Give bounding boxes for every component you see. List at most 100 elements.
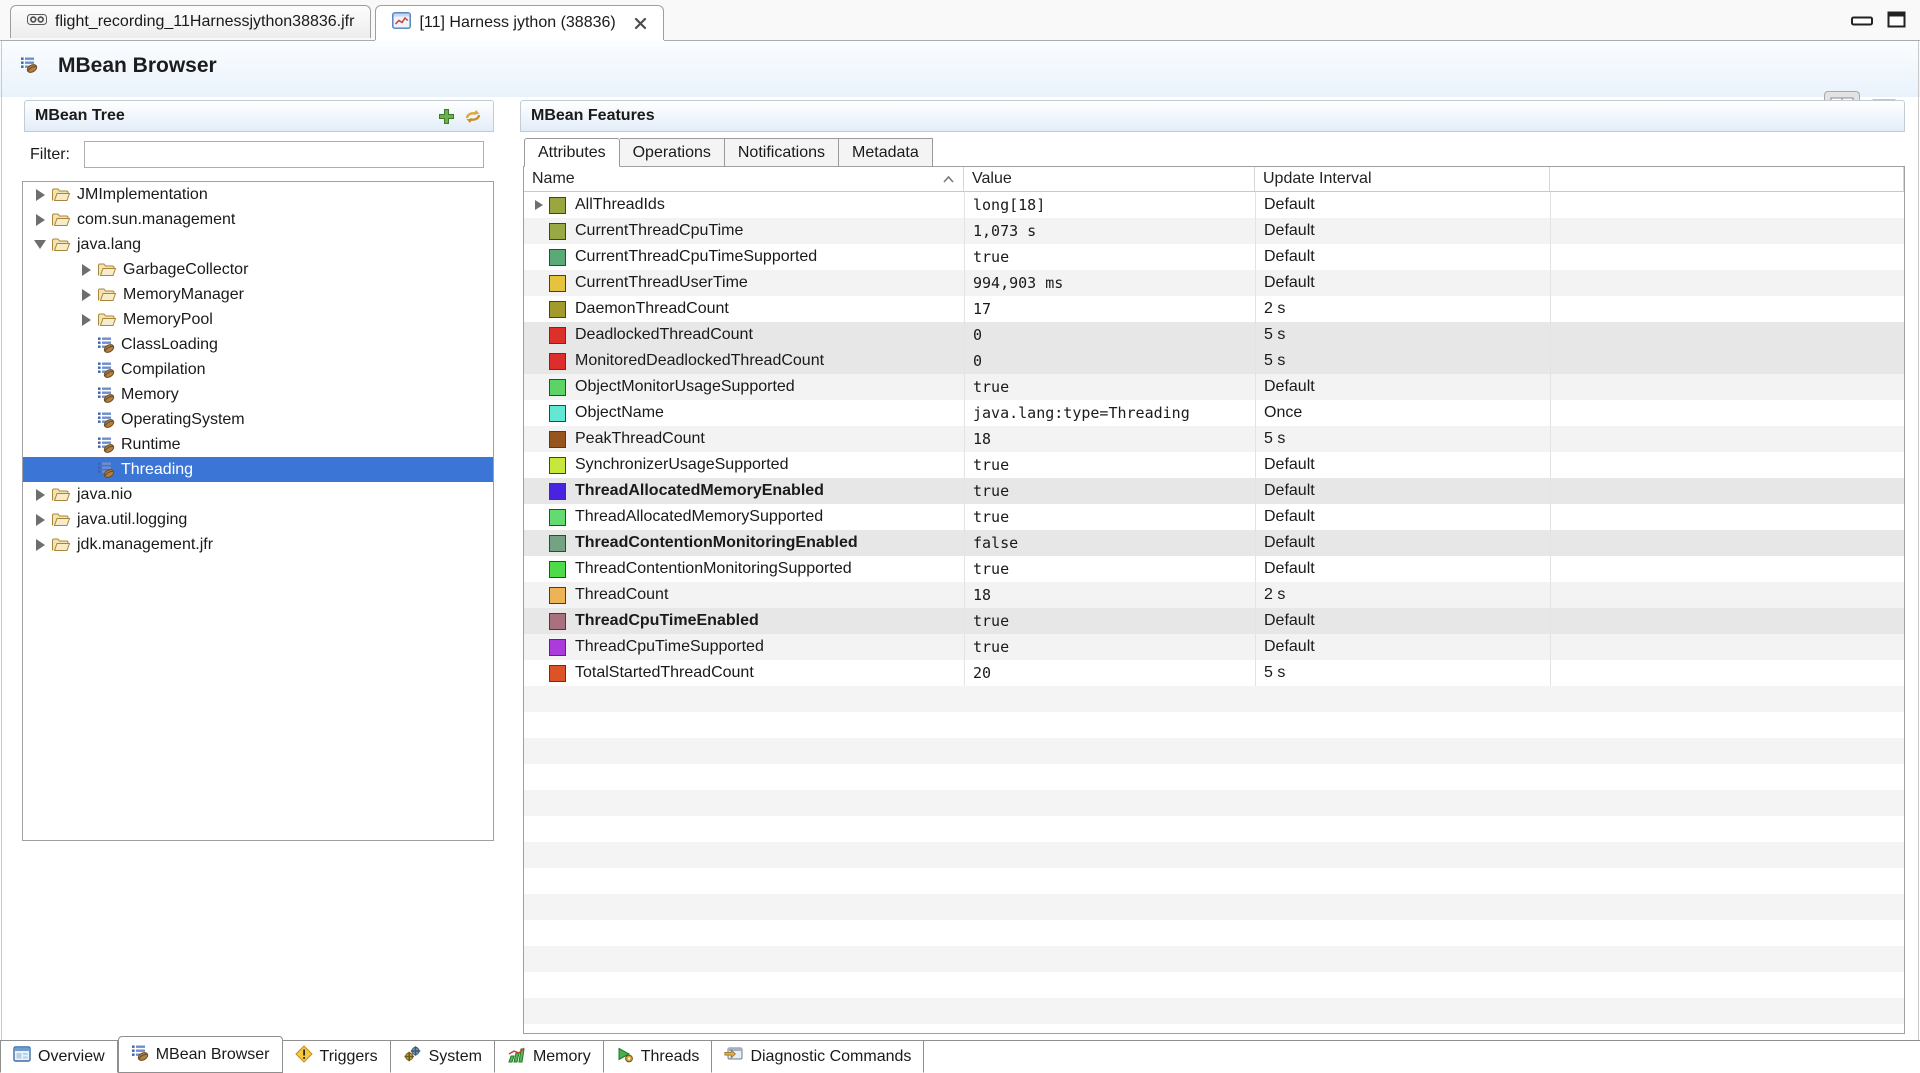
attribute-color-chip: [549, 613, 566, 630]
attribute-row-threadcputimesupported[interactable]: ThreadCpuTimeSupportedtrueDefault: [524, 634, 1904, 660]
attribute-row-currentthreadcputime[interactable]: CurrentThreadCpuTime1,073 sDefault: [524, 218, 1904, 244]
bottom-tab-label: Overview: [38, 1048, 105, 1066]
system-icon: [403, 1045, 422, 1068]
folder-icon: [51, 212, 71, 227]
attribute-color-chip: [549, 275, 566, 292]
attribute-row-allthreadids[interactable]: AllThreadIdslong[18]Default: [524, 192, 1904, 218]
refresh-button[interactable]: [463, 108, 483, 125]
bottom-tab-label: System: [429, 1048, 482, 1066]
tab-metadata[interactable]: Metadata: [839, 138, 933, 167]
tree-item-label: java.util.logging: [77, 511, 187, 529]
bottom-tab-label: MBean Browser: [156, 1046, 270, 1064]
chevron-right-icon[interactable]: [33, 514, 47, 526]
bottom-tab-triggers[interactable]: Triggers: [283, 1041, 391, 1073]
chevron-right-icon[interactable]: [33, 539, 47, 551]
attribute-row-currentthreadcputimesupported[interactable]: CurrentThreadCpuTimeSupportedtrueDefault: [524, 244, 1904, 270]
chevron-right-icon[interactable]: [79, 264, 93, 276]
chevron-right-icon[interactable]: [531, 200, 547, 210]
tree-item-com-sun-management[interactable]: com.sun.management: [23, 207, 493, 232]
attribute-row-threadcputimeenabled[interactable]: ThreadCpuTimeEnabledtrueDefault: [524, 608, 1904, 634]
chevron-right-icon[interactable]: [33, 189, 47, 201]
attribute-name: ObjectMonitorUsageSupported: [575, 378, 795, 396]
attribute-extra-cell: [1550, 192, 1904, 218]
attribute-name-cell: SynchronizerUsageSupported: [524, 452, 964, 478]
attribute-extra-cell: [1550, 660, 1904, 686]
maximize-icon[interactable]: [1887, 11, 1906, 33]
attribute-row-threadallocatedmemoryenabled[interactable]: ThreadAllocatedMemoryEnabledtrueDefault: [524, 478, 1904, 504]
chevron-right-icon[interactable]: [33, 489, 47, 501]
attribute-row-threadcontentionmonitoringsupported[interactable]: ThreadContentionMonitoringSupportedtrueD…: [524, 556, 1904, 582]
attribute-value: 1,073 s: [964, 218, 1255, 244]
editor-tab[interactable]: [11] Harness jython (38836): [375, 5, 663, 40]
chevron-right-icon[interactable]: [33, 214, 47, 226]
attribute-value: true: [964, 374, 1255, 400]
add-mbean-button[interactable]: [438, 108, 455, 125]
bottom-tab-mbean-browser[interactable]: MBean Browser: [118, 1036, 283, 1073]
attribute-row-daemonthreadcount[interactable]: DaemonThreadCount172 s: [524, 296, 1904, 322]
tree-item-label: ClassLoading: [121, 336, 218, 354]
attribute-name: ThreadCount: [575, 586, 668, 604]
tab-notifications[interactable]: Notifications: [725, 138, 839, 167]
attribute-row-deadlockedthreadcount[interactable]: DeadlockedThreadCount05 s: [524, 322, 1904, 348]
tree-item-label: Memory: [121, 386, 179, 404]
column-header-interval[interactable]: Update Interval: [1255, 167, 1550, 191]
filter-input[interactable]: [84, 141, 484, 168]
attribute-row-synchronizerusagesupported[interactable]: SynchronizerUsageSupportedtrueDefault: [524, 452, 1904, 478]
tree-item-classloading[interactable]: ClassLoading: [23, 332, 493, 357]
tree-item-threading[interactable]: Threading: [23, 457, 493, 482]
minimize-icon[interactable]: [1851, 13, 1873, 31]
tree-item-label: java.nio: [77, 486, 132, 504]
tree-item-memory[interactable]: Memory: [23, 382, 493, 407]
attribute-row-peakthreadcount[interactable]: PeakThreadCount185 s: [524, 426, 1904, 452]
tree-item-jmimplementation[interactable]: JMImplementation: [23, 182, 493, 207]
attribute-color-chip: [549, 587, 566, 604]
tree-item-operatingsystem[interactable]: OperatingSystem: [23, 407, 493, 432]
tree-item-memorypool[interactable]: MemoryPool: [23, 307, 493, 332]
bottom-tab-diagnostic-commands[interactable]: Diagnostic Commands: [712, 1041, 924, 1073]
mbean-icon: [97, 386, 115, 403]
close-icon[interactable]: [634, 17, 647, 30]
bottom-tab-label: Triggers: [320, 1048, 378, 1066]
tree-item-java-util-logging[interactable]: java.util.logging: [23, 507, 493, 532]
attribute-name-cell: DaemonThreadCount: [524, 296, 964, 322]
attribute-row-currentthreadusertime[interactable]: CurrentThreadUserTime994,903 msDefault: [524, 270, 1904, 296]
attribute-row-threadcount[interactable]: ThreadCount182 s: [524, 582, 1904, 608]
attribute-name-cell: ThreadAllocatedMemorySupported: [524, 504, 964, 530]
column-header-value[interactable]: Value: [964, 167, 1255, 191]
tree-item-java-nio[interactable]: java.nio: [23, 482, 493, 507]
column-header-name[interactable]: Name: [524, 167, 964, 191]
column-header-extra: [1550, 167, 1904, 191]
attribute-name-cell: CurrentThreadUserTime: [524, 270, 964, 296]
attribute-extra-cell: [1550, 322, 1904, 348]
editor-tab[interactable]: flight_recording_11Harnessjython38836.jf…: [10, 5, 371, 38]
attribute-extra-cell: [1550, 634, 1904, 660]
chevron-right-icon[interactable]: [79, 289, 93, 301]
attribute-row-threadallocatedmemorysupported[interactable]: ThreadAllocatedMemorySupportedtrueDefaul…: [524, 504, 1904, 530]
attribute-extra-cell: [1550, 374, 1904, 400]
bottom-tab-threads[interactable]: Threads: [604, 1041, 713, 1073]
attribute-color-chip: [549, 639, 566, 656]
mbean-features-section-header: MBean Features: [520, 100, 1905, 132]
bottom-tab-overview[interactable]: Overview: [0, 1041, 118, 1073]
tree-item-runtime[interactable]: Runtime: [23, 432, 493, 457]
tree-item-java-lang[interactable]: java.lang: [23, 232, 493, 257]
tree-item-label: GarbageCollector: [123, 261, 248, 279]
attribute-name-cell: TotalStartedThreadCount: [524, 660, 964, 686]
attribute-name: PeakThreadCount: [575, 430, 705, 448]
attribute-row-objectname[interactable]: ObjectNamejava.lang:type=ThreadingOnce: [524, 400, 1904, 426]
attribute-row-totalstartedthreadcount[interactable]: TotalStartedThreadCount205 s: [524, 660, 1904, 686]
tree-item-jdk-management-jfr[interactable]: jdk.management.jfr: [23, 532, 493, 557]
attribute-row-threadcontentionmonitoringenabled[interactable]: ThreadContentionMonitoringEnabledfalseDe…: [524, 530, 1904, 556]
chevron-down-icon[interactable]: [33, 240, 47, 249]
attribute-row-objectmonitorusagesupported[interactable]: ObjectMonitorUsageSupportedtrueDefault: [524, 374, 1904, 400]
bottom-tab-system[interactable]: System: [391, 1041, 495, 1073]
attribute-value: long[18]: [964, 192, 1255, 218]
chevron-right-icon[interactable]: [79, 314, 93, 326]
tree-item-memorymanager[interactable]: MemoryManager: [23, 282, 493, 307]
tree-item-compilation[interactable]: Compilation: [23, 357, 493, 382]
tree-item-garbagecollector[interactable]: GarbageCollector: [23, 257, 493, 282]
tab-attributes[interactable]: Attributes: [524, 138, 620, 167]
attribute-row-monitoreddeadlockedthreadcount[interactable]: MonitoredDeadlockedThreadCount05 s: [524, 348, 1904, 374]
bottom-tab-memory[interactable]: Memory: [495, 1041, 604, 1073]
tab-operations[interactable]: Operations: [620, 138, 725, 167]
